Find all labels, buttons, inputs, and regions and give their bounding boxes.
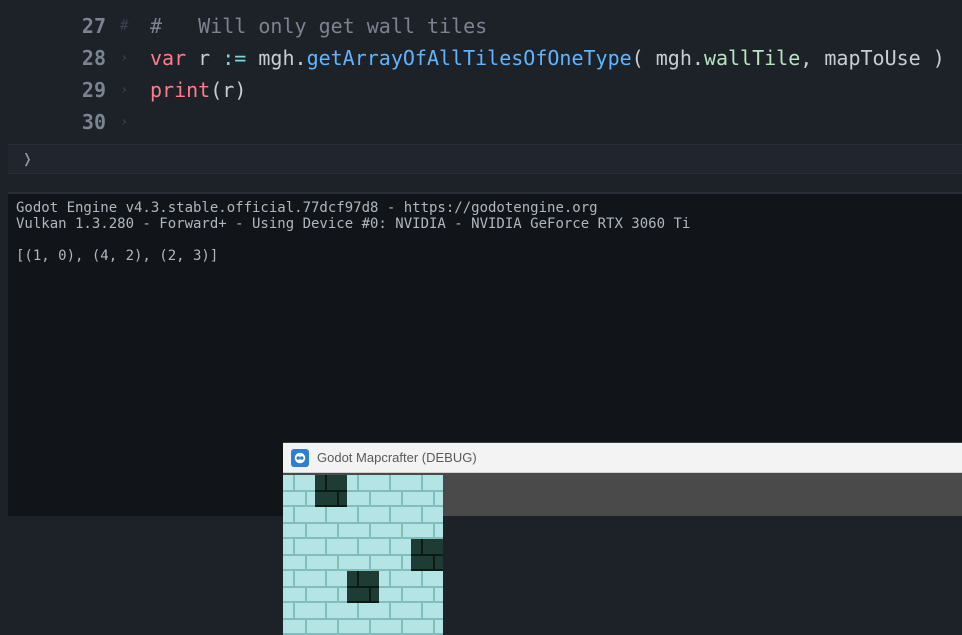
godot-icon [291,449,309,467]
floor-tile [379,507,411,539]
floor-tile [379,571,411,603]
game-window[interactable]: Godot Mapcrafter (DEBUG) [283,442,962,516]
code-editor[interactable]: 27## Will only get wall tiles28›var r :=… [0,0,962,174]
floor-tile [347,507,379,539]
fold-marker: › [120,42,150,74]
code-content[interactable]: var r := mgh.getArrayOfAllTilesOfOneType… [150,42,945,74]
floor-tile [315,539,347,571]
floor-tile [347,603,379,635]
code-content[interactable]: # Will only get wall tiles [150,10,487,42]
output-device-line: Vulkan 1.3.280 - Forward+ - Using Device… [8,216,962,232]
game-window-title: Godot Mapcrafter (DEBUG) [317,450,477,465]
output-engine-line: Godot Engine v4.3.stable.official.77dcf9… [8,194,962,216]
line-number: 29 [0,74,120,106]
chevron-right-icon: ❭ [22,149,33,170]
floor-tile [411,475,443,507]
floor-tile [283,571,315,603]
wall-tile [315,475,347,507]
floor-tile [315,571,347,603]
line-number: 30 [0,106,120,138]
floor-tile [411,603,443,635]
floor-tile [347,475,379,507]
game-viewport [283,473,962,516]
floor-tile [379,475,411,507]
floor-tile [283,475,315,507]
wall-tile [347,571,379,603]
fold-marker: › [120,106,150,138]
floor-tile [283,507,315,539]
line-number: 28 [0,42,120,74]
floor-tile [411,571,443,603]
game-window-titlebar[interactable]: Godot Mapcrafter (DEBUG) [283,443,962,473]
code-line[interactable]: 30› [0,106,962,138]
code-line[interactable]: 28›var r := mgh.getArrayOfAllTilesOfOneT… [0,42,962,74]
floor-tile [411,507,443,539]
wall-tile [411,539,443,571]
floor-tile [315,603,347,635]
code-line[interactable]: 27## Will only get wall tiles [0,10,962,42]
floor-tile [283,603,315,635]
code-content[interactable]: print(r) [150,74,246,106]
floor-tile [347,539,379,571]
fold-marker: › [120,74,150,106]
code-line[interactable]: 29›print(r) [0,74,962,106]
floor-tile [315,507,347,539]
floor-tile [283,539,315,571]
floor-tile [379,603,411,635]
line-number: 27 [0,10,120,42]
fold-marker: # [120,10,150,42]
output-print-line: [(1, 0), (4, 2), (2, 3)] [8,232,962,264]
tilemap [283,475,443,635]
panel-collapse-handle[interactable]: ❭ [8,144,962,174]
output-panel[interactable]: Godot Engine v4.3.stable.official.77dcf9… [8,192,962,516]
floor-tile [379,539,411,571]
